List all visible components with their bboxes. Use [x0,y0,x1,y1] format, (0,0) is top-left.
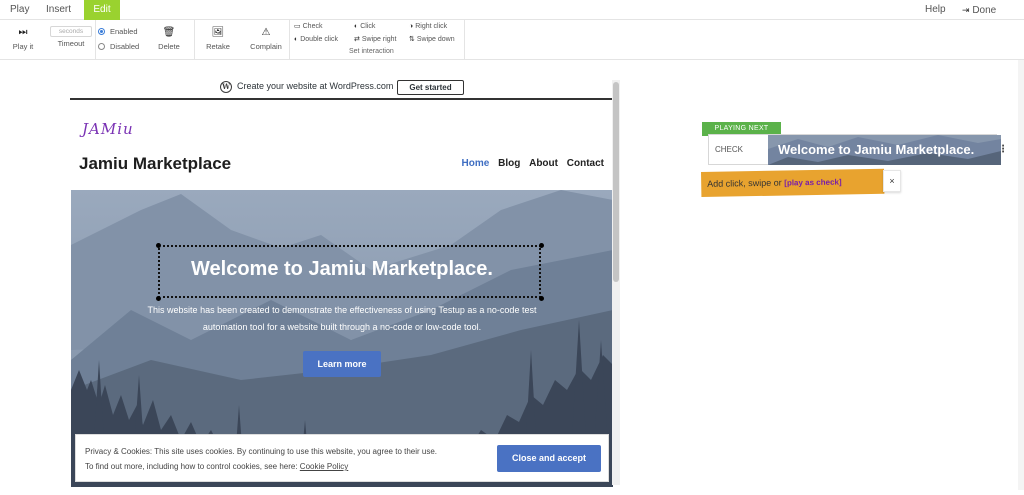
selection-handle[interactable] [156,243,161,248]
trash-icon: 🗑 [162,27,176,38]
wordpress-banner: W Create your website at WordPress.com G… [70,72,613,100]
image-icon: 🖼 [211,27,225,38]
wordpress-logo-icon: W [220,81,232,93]
interaction-double-click[interactable]: ◐ Double click [294,35,338,45]
done-button[interactable]: ⇥ Done [962,0,996,20]
site-logo[interactable]: JAMiu [82,120,134,138]
menu-insert[interactable]: Insert [38,0,79,20]
wordpress-banner-text: Create your website at WordPress.com [237,81,394,91]
cookie-banner: Privacy & Cookies: This site uses cookie… [75,434,609,482]
hero-description: This website has been created to demonst… [147,305,537,332]
selection-handle[interactable] [539,243,544,248]
done-label: Done [972,5,997,16]
nav-blog[interactable]: Blog [498,158,520,169]
radio-checked-icon [98,28,105,35]
playing-next-step[interactable]: CHECK Welcome to Jamiu Marketplace. [708,134,1001,165]
timeout-seconds-input[interactable]: seconds [50,26,92,37]
cookie-text: Privacy & Cookies: This site uses cookie… [85,447,438,456]
step-thumbnail: Welcome to Jamiu Marketplace. [768,135,1001,165]
interaction-right-click[interactable]: ◑ Right click [409,22,447,32]
radio-unchecked-icon [98,43,105,50]
check-icon: ▭ [294,23,301,30]
play-it-label: Play it [12,42,34,51]
step-type-label: CHECK [715,145,744,154]
selection-box[interactable] [158,245,541,298]
play-as-check-link[interactable]: [play as check] [784,178,842,188]
captured-page-screenshot[interactable]: W Create your website at WordPress.com G… [70,72,621,487]
nav-contact[interactable]: Contact [567,158,604,169]
add-interaction-hint: Add click, swipe or [play as check] [701,168,885,197]
step-thumbnail-text: Welcome to Jamiu Marketplace. [778,142,975,157]
site-nav: Home Blog About Contact [456,158,604,169]
skip-forward-icon: ⏭ [18,27,28,38]
exit-icon: ⇥ [962,5,970,15]
swipe-down-icon: ⇅ [409,36,415,43]
close-and-accept-button[interactable]: Close and accept [497,445,601,472]
site-title[interactable]: Jamiu Marketplace [79,154,231,174]
cookie-policy-link[interactable]: Cookie Policy [300,462,348,471]
interaction-swipe-right[interactable]: ⇄ Swipe right [354,35,397,45]
get-started-button[interactable]: Get started [397,80,464,95]
set-interaction-caption: Set interaction [349,48,394,55]
ribbon-divider [464,20,465,60]
nav-about[interactable]: About [529,158,558,169]
interaction-check[interactable]: ▭ Check [294,22,322,32]
delete-button[interactable]: 🗑 Delete [151,20,187,51]
learn-more-button[interactable]: Learn more [303,351,381,377]
selection-handle[interactable] [156,296,161,301]
top-menu-bar: Play Insert Edit Help ⇥ Done [0,0,1024,20]
double-click-icon: ◐ [294,36,299,43]
interaction-swipe-down[interactable]: ⇅ Swipe down [409,35,455,45]
menu-edit[interactable]: Edit [84,0,120,20]
play-it-button[interactable]: ⏭ Play it [6,20,40,51]
enabled-radio[interactable]: Enabled [98,26,138,38]
swipe-right-icon: ⇄ [354,36,360,43]
nav-home[interactable]: Home [462,158,490,169]
page-scrollbar-thumb[interactable] [613,82,619,282]
complain-button[interactable]: ⚠ Complain [244,20,288,51]
ribbon-divider [289,20,290,60]
edit-ribbon: ⏭ Play it seconds Timeout Enabled Disabl… [0,20,1024,60]
timeout-label: Timeout [57,39,85,48]
menu-play[interactable]: Play [2,0,37,20]
ribbon-divider [95,20,96,60]
selection-handle[interactable] [539,296,544,301]
disabled-radio[interactable]: Disabled [98,41,139,53]
window-scrollbar[interactable] [1018,60,1024,490]
retake-button[interactable]: 🖼 Retake [199,20,237,51]
more-options-icon[interactable]: ⋮ [997,135,1009,165]
close-icon[interactable]: × [883,170,901,192]
warning-icon: ⚠ [261,27,271,38]
mouse-icon: ◐ [354,23,359,30]
cookie-text-2: To find out more, including how to contr… [85,462,349,471]
menu-help[interactable]: Help [925,0,946,20]
right-click-icon: ◑ [409,23,414,30]
interaction-click[interactable]: ◐ Click [354,22,375,32]
ribbon-divider [194,20,195,60]
